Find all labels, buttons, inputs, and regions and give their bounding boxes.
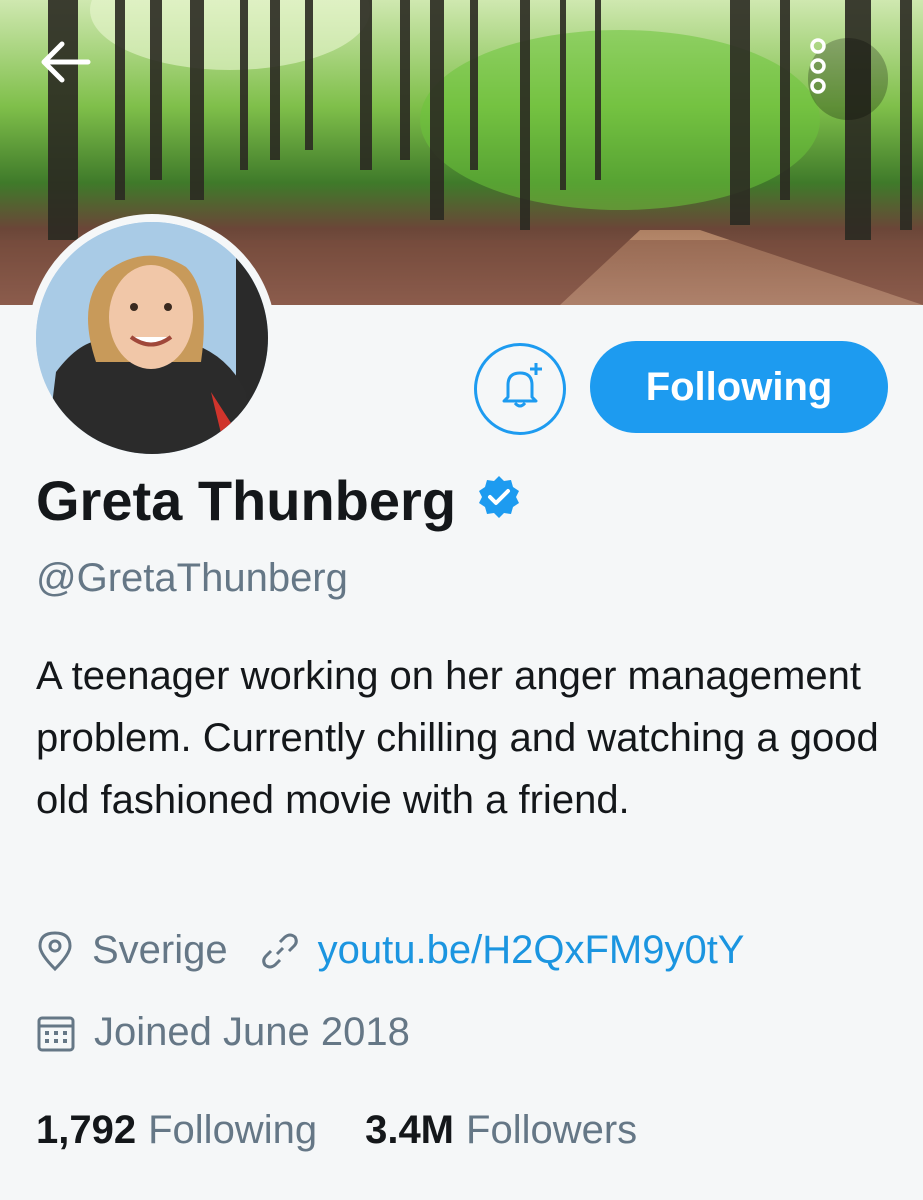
verified-badge-icon bbox=[476, 468, 522, 533]
back-button[interactable] bbox=[40, 40, 120, 120]
profile-name-row: Greta Thunberg bbox=[36, 468, 522, 533]
profile-joined: Joined June 2018 bbox=[94, 1010, 410, 1054]
followers-stat[interactable]: 3.4M Followers bbox=[365, 1108, 637, 1153]
profile-location: Sverige bbox=[92, 928, 228, 972]
profile-bio: A teenager working on her anger manageme… bbox=[36, 654, 879, 822]
notifications-button[interactable] bbox=[474, 343, 566, 435]
profile-stats: 1,792 Following 3.4M Followers bbox=[36, 1108, 637, 1153]
following-button[interactable]: Following bbox=[590, 341, 888, 433]
following-stat[interactable]: 1,792 Following bbox=[36, 1108, 317, 1153]
profile-name: Greta Thunberg bbox=[36, 469, 457, 532]
profile-link[interactable]: youtu.be/H2QxFM9y0tY bbox=[318, 928, 745, 973]
profile-meta-joined: Joined June 2018 bbox=[36, 1010, 410, 1055]
profile-handle: @GretaThunberg bbox=[36, 556, 348, 600]
following-count: 1,792 bbox=[36, 1108, 137, 1152]
profile-avatar[interactable] bbox=[28, 214, 276, 462]
bell-plus-icon bbox=[494, 361, 546, 418]
location-pin-icon bbox=[36, 930, 74, 972]
more-options-button[interactable] bbox=[808, 38, 888, 120]
followers-count: 3.4M bbox=[365, 1108, 455, 1152]
link-icon bbox=[260, 931, 300, 971]
avatar-image bbox=[36, 222, 268, 454]
profile-meta-location-link: Sverige youtu.be/H2QxFM9y0tY bbox=[36, 928, 744, 973]
followers-label: Followers bbox=[466, 1108, 638, 1152]
following-label: Following bbox=[148, 1108, 318, 1152]
calendar-icon bbox=[36, 1013, 76, 1053]
